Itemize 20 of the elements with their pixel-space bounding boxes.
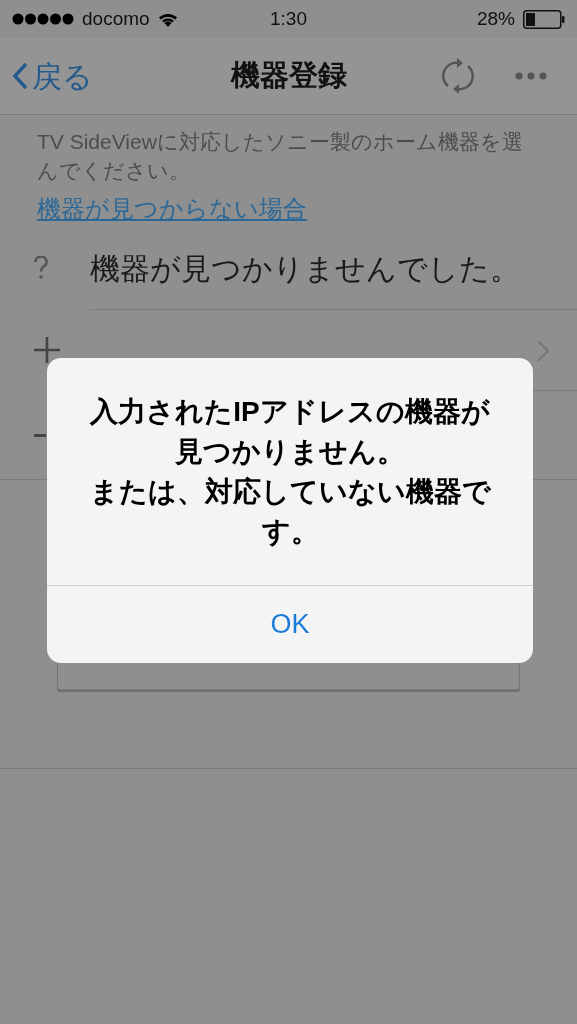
help-link[interactable]: 機器が見つからない場合: [37, 191, 307, 227]
wifi-icon: [157, 11, 178, 27]
signal-icon: [12, 13, 74, 25]
refresh-icon[interactable]: [441, 58, 475, 94]
alert-message: 入力されたIPアドレスの機器が 見つかりません。 または、対応していない機器で す。: [88, 395, 492, 549]
back-chevron-icon: [12, 62, 28, 90]
plus-icon: [34, 337, 60, 363]
battery-percent: 28%: [476, 6, 515, 31]
ok-button[interactable]: OK: [47, 585, 533, 663]
battery-icon: [523, 9, 565, 29]
question-mark-icon: [34, 256, 48, 281]
row-text: 機器が見つかりませんでした。: [90, 250, 520, 287]
status-time: 1:30: [270, 7, 307, 29]
screen-title: 機器登録: [230, 58, 347, 94]
description-text: TV SideViewに対応したソニー製のホーム機器を選んでください。: [37, 129, 524, 184]
more-icon[interactable]: [515, 72, 547, 80]
chevron-icon: [537, 339, 549, 362]
carrier-name: docomo: [82, 6, 150, 31]
back-button[interactable]: 戻る: [12, 53, 93, 99]
minus-icon: [34, 433, 46, 437]
